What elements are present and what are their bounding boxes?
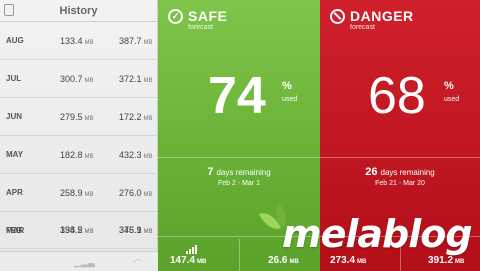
unit-label: MB xyxy=(84,191,94,198)
cellular-usage-value: 273.4 xyxy=(330,255,356,266)
date-range: Feb 2 - Mar 1 xyxy=(217,180,260,187)
danger-title: DANGER xyxy=(350,8,414,24)
cellular-signal-icon: ▁▂▃ xyxy=(74,257,95,267)
divider xyxy=(158,157,320,158)
history-value-cellular: 258.9 xyxy=(60,187,83,198)
history-value-wifi: 276.0 xyxy=(119,187,142,198)
unit-label: MB xyxy=(143,191,153,198)
percent-sign: % xyxy=(282,80,292,92)
cellular-usage: 273.4 MB xyxy=(330,255,366,266)
safe-percent-value: 74 xyxy=(208,67,266,125)
history-value-wifi: 372.1 xyxy=(119,73,142,84)
safe-title: SAFE xyxy=(188,8,228,24)
history-value-cellular: 182.8 xyxy=(60,149,83,160)
unit-label: MB xyxy=(357,259,367,265)
unit-label: MB xyxy=(84,39,94,46)
prohibited-icon xyxy=(330,9,345,24)
used-label: used xyxy=(444,96,460,103)
history-value-cellular: 133.4 xyxy=(60,35,83,46)
unit-label: MB xyxy=(197,259,207,265)
history-value-wifi: 345.9 xyxy=(119,225,142,235)
wifi-usage: 26.6 MB xyxy=(268,255,299,266)
history-month: JUN xyxy=(6,112,23,121)
check-icon: ✓ xyxy=(168,9,183,24)
days-label: days remaining xyxy=(380,168,435,177)
wifi-usage: 391.2 MB xyxy=(428,255,464,266)
footer-separator xyxy=(239,239,240,271)
wifi-usage-value: 391.2 xyxy=(428,255,454,266)
history-row[interactable]: FEB 198.5 MB 345.9 MB xyxy=(0,212,158,249)
unit-label: MB xyxy=(143,153,153,160)
history-value-wifi: 172.2 xyxy=(119,111,142,122)
unit-label: MB xyxy=(143,115,153,122)
unit-label: MB xyxy=(84,229,94,235)
safe-subtitle: forecast xyxy=(188,24,213,31)
days-remaining: 26 days remaining xyxy=(320,166,480,178)
history-value-cellular: 279.5 xyxy=(60,111,83,122)
history-month: JUL xyxy=(6,74,22,83)
unit-label: MB xyxy=(289,259,299,265)
days-number: 26 xyxy=(365,166,378,178)
unit-label: MB xyxy=(84,115,94,122)
days-number: 7 xyxy=(207,166,214,178)
cellular-usage: 147.4 MB xyxy=(170,255,206,266)
history-row[interactable]: AUG 133.4 MB 387.7 MB xyxy=(0,22,158,60)
history-month: FEB xyxy=(6,225,22,235)
back-icon[interactable] xyxy=(4,4,14,16)
history-value-wifi: 387.7 xyxy=(119,35,142,46)
history-month: MAY xyxy=(6,150,24,159)
history-title: History xyxy=(59,4,98,17)
cellular-usage-value: 147.4 xyxy=(170,255,196,266)
unit-label: MB xyxy=(143,77,153,84)
divider xyxy=(320,157,480,158)
cellular-signal-icon xyxy=(186,245,197,254)
history-row[interactable]: MAY 182.8 MB 432.3 MB xyxy=(0,136,158,174)
days-label: days remaining xyxy=(216,168,271,177)
watermark-logo: melablog xyxy=(282,212,473,256)
danger-subtitle: forecast xyxy=(350,24,375,31)
history-value-wifi: 432.3 xyxy=(119,149,142,160)
history-value-cellular: 198.5 xyxy=(60,225,83,235)
percent-sign: % xyxy=(444,80,454,92)
unit-label: MB xyxy=(84,77,94,84)
wifi-usage-value: 26.6 xyxy=(268,255,288,266)
history-row[interactable]: APR 258.9 MB 276.0 MB xyxy=(0,174,158,212)
wifi-icon: ◠ xyxy=(134,257,142,267)
used-label: used xyxy=(282,96,298,103)
history-month: APR xyxy=(6,188,23,197)
unit-label: MB xyxy=(143,229,153,235)
unit-label: MB xyxy=(143,39,153,46)
history-row[interactable]: JUL 300.7 MB 372.1 MB xyxy=(0,60,158,98)
date-range: Feb 21 - Mar 20 xyxy=(375,180,425,187)
history-month: AUG xyxy=(6,36,24,45)
unit-label: MB xyxy=(455,259,465,265)
unit-label: MB xyxy=(84,153,94,160)
history-footer: ▁▂▃ ◠ xyxy=(0,251,158,271)
history-header: History xyxy=(0,0,157,22)
days-remaining: 7 days remaining xyxy=(158,166,320,178)
history-row[interactable]: JUN 279.5 MB 172.2 MB xyxy=(0,98,158,136)
history-value-cellular: 300.7 xyxy=(60,73,83,84)
danger-percent-value: 68 xyxy=(368,67,426,125)
